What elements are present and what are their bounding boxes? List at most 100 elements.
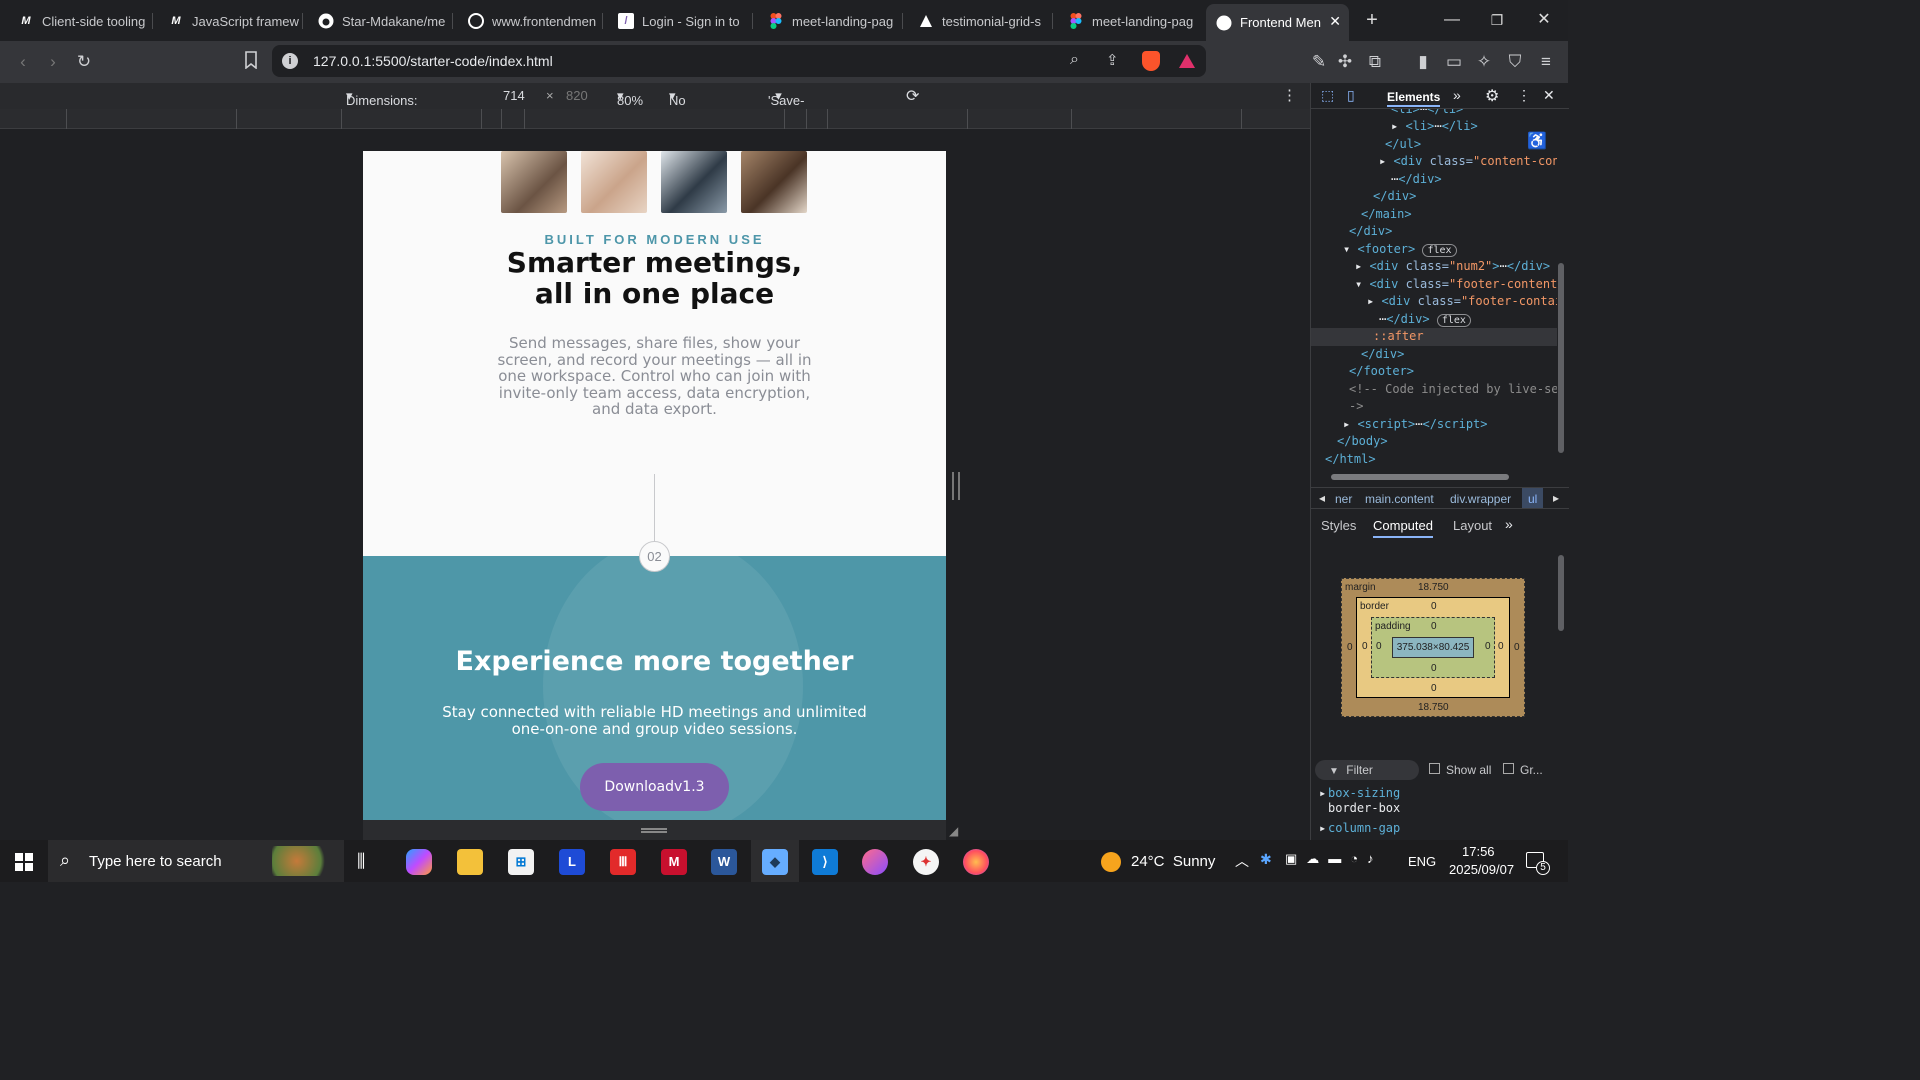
screenshot-icon[interactable]: ⧉ (1364, 51, 1386, 73)
browser-tab[interactable]: Star-Mdakane/me (308, 7, 453, 35)
vscode-icon[interactable]: ⟩ (812, 849, 838, 875)
tab-computed[interactable]: Computed (1373, 518, 1433, 538)
search-highlight-illustration (272, 846, 334, 876)
computed-property[interactable]: ▸ (1319, 821, 1326, 835)
zoom-icon[interactable]: ⌕ (1070, 51, 1079, 69)
computed-property[interactable]: ▸ (1319, 786, 1326, 800)
zoom-dropdown[interactable]: 80% ▾ (617, 88, 643, 108)
filter-input[interactable]: ▼ Filter (1315, 760, 1419, 780)
dom-vertical-scrollbar[interactable] (1558, 263, 1564, 453)
github-icon (318, 13, 334, 29)
browser-tab[interactable]: / Login - Sign in to (608, 7, 753, 35)
width-input[interactable]: 714 (503, 88, 543, 103)
browser-tab[interactable]: meet-landing-pag (758, 7, 903, 35)
group-checkbox[interactable] (1503, 763, 1514, 774)
browser-tab[interactable]: testimonial-grid-s (908, 7, 1053, 35)
save-data-dropdown[interactable]: 'Save-Data': default ▾ (768, 88, 807, 138)
tab-styles[interactable]: Styles (1321, 518, 1356, 533)
drag-handle-icon[interactable] (641, 828, 667, 833)
red-app-icon[interactable]: Ⅲ (610, 849, 636, 875)
browser-tab[interactable]: www.frontendmen (458, 7, 603, 35)
devtools-menu-icon[interactable]: ⋮ (1517, 87, 1531, 104)
breadcrumb-item-active[interactable]: ul (1522, 488, 1544, 508)
show-all-checkbox[interactable] (1429, 763, 1440, 774)
firefox-icon[interactable] (963, 849, 989, 875)
login-icon: / (618, 13, 634, 29)
language-indicator[interactable]: ENG (1408, 854, 1436, 869)
rotate-icon[interactable]: ⟳ (906, 86, 919, 106)
address-bar[interactable]: i 127.0.0.1:5500/starter-code/index.html… (272, 45, 1206, 77)
extensions-icon[interactable]: ✣ (1334, 51, 1356, 73)
breadcrumb-item[interactable]: main.content (1365, 492, 1434, 506)
task-view-icon[interactable]: ⫼ (357, 851, 365, 872)
new-tab-icon[interactable]: + (1362, 10, 1382, 30)
search-icon: ⌕ (60, 850, 71, 870)
device-toggle-icon[interactable]: ▯ (1347, 87, 1355, 104)
sidebar-icon[interactable]: ▮ (1412, 51, 1434, 73)
mcafee-icon[interactable]: M (661, 849, 687, 875)
vpn-icon[interactable]: ⛉ (1504, 51, 1526, 73)
tab-layout[interactable]: Layout (1453, 518, 1492, 533)
brave-shields-icon[interactable] (1142, 51, 1160, 71)
bluetooth-icon[interactable]: ✱ (1260, 851, 1272, 868)
brave-rewards-icon[interactable] (1178, 53, 1196, 74)
word-icon[interactable]: W (711, 849, 737, 875)
more-subtabs-icon[interactable]: » (1505, 516, 1513, 532)
close-tab-icon[interactable]: ✕ (1329, 13, 1341, 30)
leo-ai-icon[interactable]: ✧ (1473, 51, 1495, 73)
breadcrumb-forward-icon[interactable]: ▸ (1553, 491, 1559, 505)
weather-sun-icon[interactable] (1101, 852, 1121, 872)
dom-horizontal-scrollbar[interactable] (1331, 474, 1509, 480)
restore-icon[interactable]: ❐ (1487, 10, 1507, 30)
breadcrumb-item[interactable]: ner (1335, 492, 1352, 506)
share-icon[interactable]: ⇪ (1106, 51, 1119, 69)
browser-tab[interactable]: M JavaScript framew (158, 7, 303, 35)
browser-tab-active[interactable]: Frontend Men ✕ (1206, 4, 1349, 41)
devtools-badge-icon[interactable]: ✎ (1308, 51, 1330, 73)
browser-tab[interactable]: M Client-side tooling (8, 7, 153, 35)
download-button[interactable]: Downloadv1.3 (580, 763, 729, 811)
wallet-icon[interactable]: ▭ (1443, 51, 1465, 73)
site-info-icon[interactable]: i (282, 53, 298, 69)
throttling-dropdown[interactable]: No throttling ▾ (669, 88, 719, 123)
browser-tab[interactable]: meet-landing-pag (1058, 7, 1203, 35)
minimize-icon[interactable]: — (1442, 10, 1462, 30)
clock-time[interactable]: 17:56 (1462, 844, 1495, 859)
tray-icons[interactable]: ▣☁▬◔♪ (1285, 851, 1383, 867)
bottom-resize-bar[interactable]: ◢ (363, 820, 958, 840)
paint-icon[interactable]: ✦ (913, 849, 939, 875)
tray-chevron-icon[interactable]: ︿ (1235, 851, 1249, 871)
close-devtools-icon[interactable]: ✕ (1543, 87, 1555, 104)
corner-resize-icon[interactable]: ◢ (949, 824, 958, 838)
dimensions-dropdown[interactable]: Dimensions: Responsive ▾ (346, 88, 418, 123)
clock-date[interactable]: 2025/09/07 (1449, 862, 1514, 877)
height-input[interactable]: 820 (566, 88, 588, 103)
breadcrumb-item[interactable]: div.wrapper (1450, 492, 1511, 506)
more-tabs-icon[interactable]: » (1453, 87, 1461, 103)
windows-start-icon[interactable] (15, 853, 33, 871)
launcher-l-icon[interactable]: L (559, 849, 585, 875)
close-window-icon[interactable]: ✕ (1534, 10, 1554, 30)
bookmark-icon[interactable] (240, 51, 262, 73)
settings-icon[interactable]: ⚙ (1485, 86, 1499, 106)
copilot-icon[interactable] (406, 849, 432, 875)
breadcrumb-back-icon[interactable]: ◂ (1319, 491, 1325, 505)
tab-elements[interactable]: Elements (1387, 90, 1441, 107)
viewport-resize-handle[interactable] (952, 472, 960, 500)
microsoft-store-icon[interactable]: ⊞ (508, 849, 534, 875)
forward-icon[interactable]: › (42, 51, 64, 73)
computed-scrollbar[interactable] (1558, 555, 1564, 631)
more-options-icon[interactable]: ⋮ (1282, 86, 1297, 104)
back-icon[interactable]: ‹ (12, 51, 34, 73)
devtools-panel: ⬚ ▯ Elements » ⚙ ⋮ ✕ <li>⋯</li> ▸ <li>⋯<… (1310, 83, 1569, 840)
taskbar-search-box[interactable]: ⌕ Type here to search (48, 840, 344, 882)
purple-app-icon[interactable] (862, 849, 888, 875)
reload-icon[interactable]: ↻ (73, 51, 95, 73)
accessibility-icon[interactable]: ♿ (1527, 131, 1547, 151)
menu-icon[interactable]: ≡ (1535, 51, 1557, 73)
inspect-icon[interactable]: ⬚ (1321, 87, 1334, 104)
mdn-icon: M (21, 15, 31, 27)
file-explorer-icon[interactable] (457, 849, 483, 875)
dom-tree[interactable]: <li>⋯</li> ▸ <li>⋯</li> </ul> ▸ <div cla… (1311, 109, 1557, 464)
weather-text[interactable]: 24°C Sunny (1131, 853, 1215, 870)
